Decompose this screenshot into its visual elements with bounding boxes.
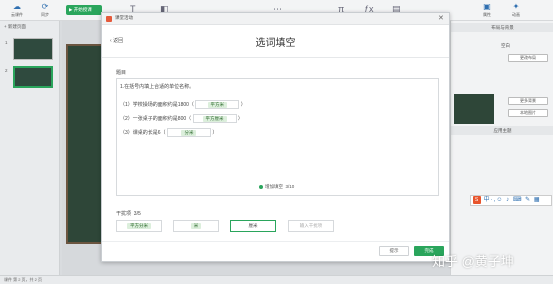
dialog-titlebar: 课堂活动 ✕ bbox=[102, 13, 449, 25]
slide-number: 2 bbox=[5, 68, 8, 73]
animation-icon: ✦ bbox=[512, 2, 520, 11]
start-class-button[interactable]: ▶ 开始授课 bbox=[66, 5, 102, 15]
new-page-button[interactable]: + 新建页面 bbox=[4, 24, 26, 30]
layout-section-header: 布局与背景 bbox=[451, 23, 553, 32]
background-preview[interactable] bbox=[454, 94, 494, 124]
ime-toolbar[interactable]: S 中·,☺ ♪ ⌨ ✎ ▦ bbox=[470, 195, 552, 206]
toolbar-cloud-button[interactable]: ☁ 云课件 bbox=[6, 2, 28, 20]
distractor-label: 干扰项 3/5 bbox=[116, 211, 141, 217]
blank-count: 3/10 bbox=[285, 184, 295, 189]
toolbar-properties-button[interactable]: ▣ 属性 bbox=[476, 2, 498, 20]
add-dot-icon bbox=[259, 184, 263, 189]
sogou-icon: S bbox=[473, 196, 481, 204]
slide-thumbnail-2[interactable] bbox=[13, 66, 53, 88]
answer-blank[interactable]: 平方米 bbox=[195, 100, 240, 109]
change-layout-button[interactable]: 更改布局 bbox=[508, 54, 548, 62]
slide-number: 1 bbox=[5, 40, 8, 45]
add-distractor-input[interactable]: 输入干扰项 bbox=[288, 220, 334, 232]
distractor-count: 3/5 bbox=[133, 211, 141, 217]
answer-blank[interactable]: 平方厘米 bbox=[192, 114, 237, 123]
hint-button[interactable]: 提示 bbox=[379, 246, 409, 256]
add-blank-button[interactable]: 增加填空 3/10 bbox=[259, 184, 294, 190]
sync-icon: ⟳ bbox=[41, 2, 49, 11]
question-item: （1）学校操场的面积约是1800（ 平方米 ） bbox=[120, 100, 246, 109]
watermark: 知乎 @黄子坤 bbox=[432, 254, 514, 269]
distractor-input[interactable]: 米 bbox=[173, 220, 219, 232]
properties-icon: ▣ bbox=[483, 2, 491, 11]
question-item: （3）课桌的长是6（ 分米 ） bbox=[120, 128, 218, 137]
status-bar: 课件 第 2 页，共 2 页 bbox=[0, 275, 553, 284]
local-image-button[interactable]: 本地图片 bbox=[508, 109, 548, 117]
app-icon bbox=[106, 16, 112, 22]
toolbar-sync-button[interactable]: ⟳ 同步 bbox=[34, 2, 56, 20]
more-background-button[interactable]: 更多背景 bbox=[508, 97, 548, 105]
answer-blank[interactable]: 分米 bbox=[166, 128, 211, 137]
toolbar-animation-button[interactable]: ✦ 动画 bbox=[505, 2, 527, 20]
close-icon[interactable]: ✕ bbox=[438, 14, 444, 22]
page-status: 课件 第 2 页，共 2 页 bbox=[4, 277, 43, 282]
question-editor[interactable]: 1.在括号内填上合适的单位名称。 （1）学校操场的面积约是1800（ 平方米 ）… bbox=[116, 78, 439, 196]
properties-panel: 布局与背景 空白 更改布局 更多背景 本地图片 应用主题 bbox=[450, 21, 553, 275]
distractor-input[interactable]: 平方分米 bbox=[116, 220, 162, 232]
divider bbox=[102, 57, 449, 58]
dialog-heading: 选词填空 bbox=[255, 38, 296, 49]
question-prompt: 1.在括号内填上合适的单位名称。 bbox=[120, 84, 195, 90]
divider bbox=[102, 241, 449, 242]
cloud-icon: ☁ bbox=[13, 2, 21, 11]
apply-theme-button[interactable]: 应用主题 bbox=[451, 126, 553, 135]
dialog-app-title: 课堂活动 bbox=[115, 15, 133, 20]
activity-dialog: 课堂活动 ✕ ‹ 返回 选词填空 题目 1.在括号内填上合适的单位名称。 （1）… bbox=[101, 12, 450, 262]
question-label: 题目 bbox=[116, 70, 127, 76]
question-item: （2）一张桌子的面积约是800（ 平方厘米 ） bbox=[120, 114, 243, 123]
distractor-input[interactable]: 厘米 bbox=[230, 220, 276, 232]
layout-name: 空白 bbox=[501, 43, 510, 48]
slide-thumbnail-1[interactable] bbox=[13, 38, 53, 60]
blackboard-background bbox=[66, 44, 106, 244]
